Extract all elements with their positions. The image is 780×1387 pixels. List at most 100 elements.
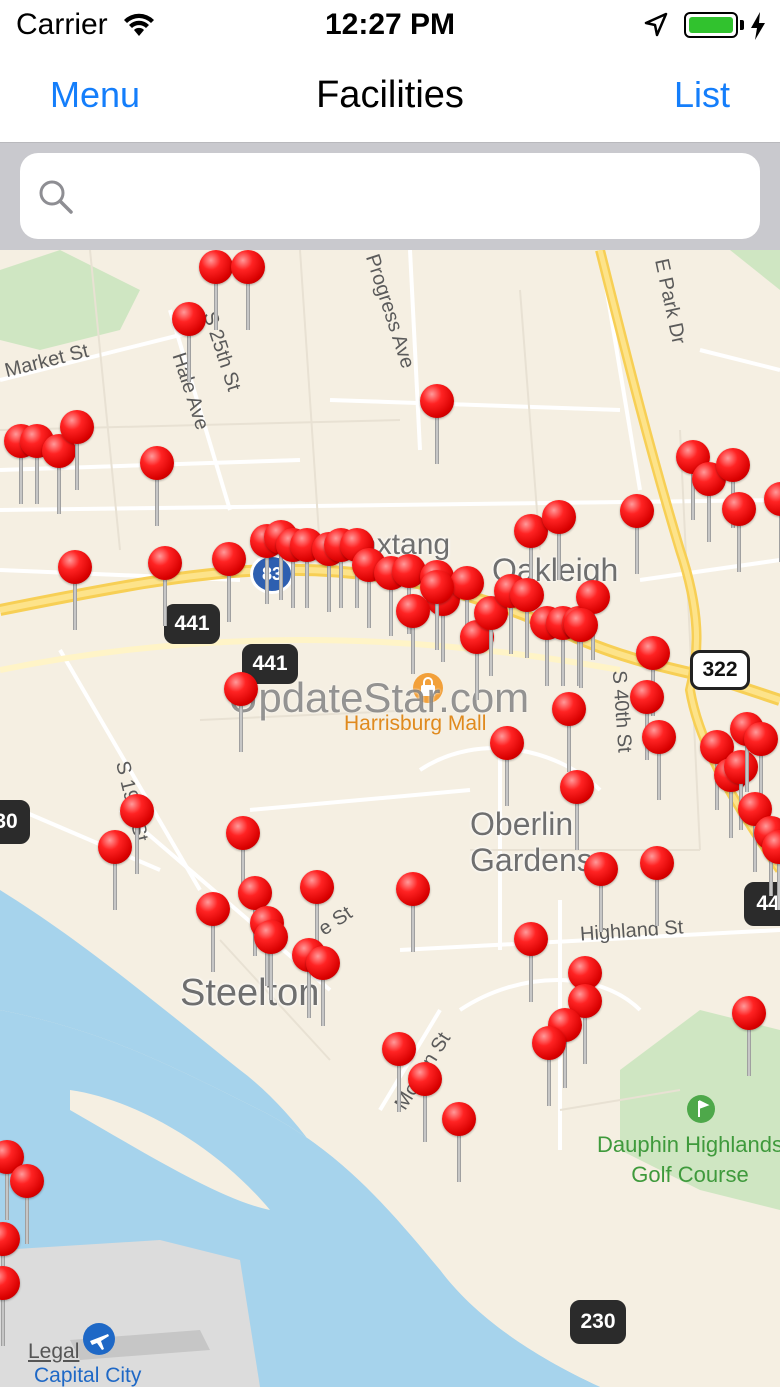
pin-head [0,1222,20,1256]
pin-head [196,892,230,926]
pin-head [420,384,454,418]
search-input[interactable] [90,153,744,241]
place-label-airport: Capital City [34,1364,141,1387]
facility-pin[interactable] [552,692,586,772]
facility-pin[interactable] [764,482,780,562]
pin-head [542,500,576,534]
facility-pin[interactable] [60,410,94,490]
pin-head [490,726,524,760]
status-bar: Carrier 12:27 PM [0,0,780,54]
facility-pin[interactable] [140,446,174,526]
pin-head [450,566,484,600]
battery-cap [740,20,744,30]
pin-head [238,876,272,910]
facility-pin[interactable] [396,872,430,952]
pin-head [58,550,92,584]
pin-head [60,410,94,444]
facility-pin[interactable] [560,770,594,850]
place-label-legal: Legal [28,1340,79,1364]
pin-head [560,770,594,804]
pin-head [120,794,154,828]
search-field[interactable] [20,153,760,239]
charging-bolt-icon [750,12,766,40]
facility-pin[interactable] [442,1102,476,1182]
page-title: Facilities [0,74,780,117]
facility-pin[interactable] [212,542,246,622]
list-button[interactable]: List [674,74,730,116]
facility-pin[interactable] [172,302,206,382]
facility-pin[interactable] [0,1266,20,1346]
facility-pin[interactable] [642,720,676,800]
pin-head [636,636,670,670]
pin-head [722,492,756,526]
airport-icon [82,1322,116,1356]
pin-head [642,720,676,754]
pin-head [716,448,750,482]
golf-flag-icon [686,1094,716,1124]
facility-pin[interactable] [514,922,548,1002]
facility-pin[interactable] [620,494,654,574]
pin-head [396,594,430,628]
battery-icon [684,12,738,38]
pin-head [306,946,340,980]
pin-head [732,996,766,1030]
facility-pin[interactable] [542,500,576,580]
pin-head [98,830,132,864]
pin-head [140,446,174,480]
pin-head [764,482,780,516]
facility-pin[interactable] [396,594,430,674]
pin-head [0,1266,20,1300]
pin-head [442,1102,476,1136]
route-shield-30: 30 [0,800,30,844]
map-view[interactable]: Market St Hale Ave S 25th St Progress Av… [0,250,780,1387]
facility-pin[interactable] [640,846,674,926]
pin-head [630,680,664,714]
search-icon [38,179,74,215]
pin-head [224,672,258,706]
pin-head [514,922,548,956]
pin-head [172,302,206,336]
pin-head [408,1062,442,1096]
place-label-golf: Dauphin Highlands Golf Course [590,1130,780,1190]
facility-pin[interactable] [306,946,340,1026]
facility-pin[interactable] [722,492,756,572]
pin-head [226,816,260,850]
pin-head [10,1164,44,1198]
facility-pin[interactable] [196,892,230,972]
pin-head [640,846,674,880]
pin-head [212,542,246,576]
facility-pin[interactable] [762,830,780,910]
map-base [0,250,780,1387]
facility-pin[interactable] [564,608,598,688]
pin-head [231,250,265,284]
route-shield-322: 322 [690,650,750,690]
facility-pin[interactable] [98,830,132,910]
facility-pin[interactable] [584,852,618,932]
facility-pin[interactable] [490,726,524,806]
pin-head [564,608,598,642]
facility-pin[interactable] [420,384,454,464]
pin-head [552,692,586,726]
pin-head [584,852,618,886]
facility-pin[interactable] [532,1026,566,1106]
facility-pin[interactable] [254,920,288,1000]
facility-pin[interactable] [744,722,778,802]
facility-pin[interactable] [408,1062,442,1142]
facility-pin[interactable] [231,250,265,330]
facility-pin[interactable] [224,672,258,752]
route-shield-230: 230 [570,1300,626,1344]
pin-head [199,250,233,284]
pin-head [744,722,778,756]
search-bar [0,143,780,250]
pin-head [254,920,288,954]
facility-pin[interactable] [732,996,766,1076]
location-arrow-icon [644,12,668,38]
pin-head [382,1032,416,1066]
facility-pin[interactable] [148,546,182,626]
pin-head [148,546,182,580]
facility-pin[interactable] [58,550,92,630]
pin-head [762,830,780,864]
pin-head [620,494,654,528]
pin-head [396,872,430,906]
pin-head [532,1026,566,1060]
